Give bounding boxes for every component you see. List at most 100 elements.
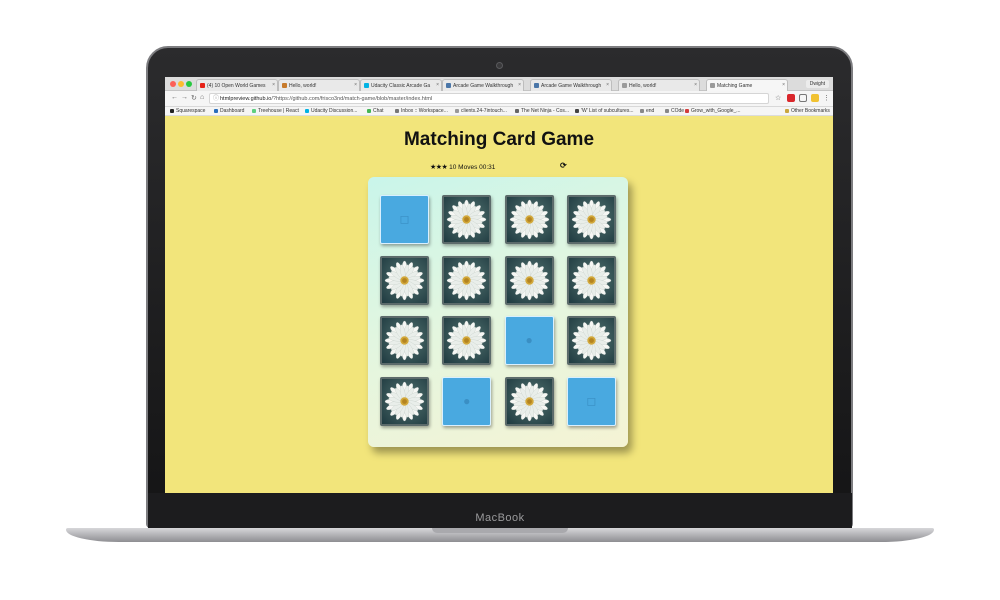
bookmark-item[interactable]: Treehouse | React — [252, 108, 299, 114]
card[interactable] — [442, 195, 492, 244]
close-window-icon[interactable] — [170, 81, 176, 87]
tab-label: Hello, world! — [629, 83, 657, 89]
browser-tab[interactable]: Matching Game × — [706, 79, 788, 91]
tab-label: Matching Game — [717, 83, 753, 89]
bookmark-favicon-icon — [515, 109, 519, 113]
bookmark-favicon-icon — [685, 109, 689, 113]
address-bar[interactable]: ⓘ htmlpreview.github.io/?https://github.… — [209, 93, 769, 104]
tab-label: Hello, world! — [289, 83, 317, 89]
bookmark-item[interactable]: Dashboard — [214, 108, 244, 114]
card[interactable] — [566, 195, 616, 244]
bookmark-label: Squarespace — [176, 108, 206, 114]
tab-close-icon[interactable]: × — [354, 82, 357, 88]
card[interactable] — [504, 376, 554, 426]
card[interactable]: ● — [442, 376, 492, 426]
bookmark-label: Treehouse | React — [258, 108, 299, 114]
card[interactable] — [442, 316, 492, 365]
adblock-extension-icon[interactable] — [787, 94, 795, 102]
home-icon[interactable]: ⌂ — [200, 94, 204, 101]
tab-label: Arcade Game Walkthrough — [541, 83, 602, 89]
bookmark-label: Grow_with_Google_... — [691, 108, 741, 114]
browser-toolbar: ← → ↻ ⌂ ⓘ htmlpreview.github.io/?https:/… — [165, 91, 833, 107]
bookmark-item[interactable]: COde — [665, 108, 684, 114]
bookmark-favicon-icon — [455, 109, 459, 113]
card[interactable] — [504, 255, 554, 305]
bookmark-item[interactable]: The Net Ninja - Cos... — [515, 108, 569, 114]
bookmark-favicon-icon — [214, 109, 218, 113]
tab-favicon-icon — [622, 83, 627, 88]
extension-icon[interactable] — [811, 94, 819, 102]
restart-icon[interactable]: ⟳ — [560, 161, 567, 170]
bookmark-label: Chat — [373, 108, 384, 114]
device-brand-label: MacBook — [475, 512, 525, 524]
tab-favicon-icon — [282, 83, 287, 88]
bookmarks-bar: Squarespace Dashboard Treehouse | React Uda… — [165, 107, 833, 116]
tab-close-icon[interactable]: × — [694, 82, 697, 88]
bookmark-item[interactable]: Squarespace — [170, 108, 205, 114]
moves-counter: 10 Moves — [449, 164, 478, 171]
card[interactable]: ◻ — [566, 376, 616, 426]
reload-icon[interactable]: ↻ — [191, 94, 197, 102]
card[interactable]: ◻ — [380, 195, 429, 244]
tab-favicon-icon — [364, 83, 369, 88]
url-host: htmlpreview.github.io — [220, 96, 272, 102]
bookmark-star-icon[interactable]: ☆ — [775, 94, 781, 102]
bookmark-label: Dashboard — [220, 108, 245, 114]
card-deck: ◻ ● ● ◻ — [368, 177, 628, 447]
bookmark-favicon-icon — [367, 109, 371, 113]
browser-tab[interactable]: Hello, world! × — [278, 79, 360, 91]
bookmark-item[interactable]: end — [640, 108, 654, 114]
menu-icon[interactable]: ⋮ — [823, 94, 830, 102]
bookmark-item[interactable]: 'W' List of subcultures... — [575, 108, 633, 114]
bookmark-favicon-icon — [575, 109, 579, 113]
tab-bar: (4) 10 Open World Games × Hello, world! × Ud… — [165, 77, 833, 91]
tab-close-icon[interactable]: × — [436, 82, 439, 88]
cast-icon[interactable] — [799, 94, 807, 102]
score-panel: ★★★ 10 Moves 00:31 — [430, 163, 495, 171]
tab-close-icon[interactable]: × — [272, 82, 275, 88]
tab-close-icon[interactable]: × — [782, 82, 785, 88]
tab-close-icon[interactable]: × — [606, 82, 609, 88]
browser-tab[interactable]: Hello, world! × — [618, 79, 700, 91]
bookmark-item[interactable]: clients.24-7intouch... — [455, 108, 507, 114]
browser-tab[interactable]: Arcade Game Walkthrough × — [530, 79, 612, 91]
bookmark-label: Udacity Discussion... — [311, 108, 358, 114]
bookmark-favicon-icon — [252, 109, 256, 113]
bookmark-item[interactable]: Inbox :: Workspace... — [395, 108, 448, 114]
bookmark-label: 'W' List of subcultures... — [581, 108, 634, 114]
bookmark-label: COde — [671, 108, 685, 114]
browser-tab[interactable]: Arcade Game Walkthrough × — [442, 79, 524, 91]
card[interactable] — [380, 376, 429, 426]
page-title: Matching Card Game — [403, 129, 595, 150]
browser-tab[interactable]: (4) 10 Open World Games × — [196, 79, 278, 91]
bookmark-favicon-icon — [395, 109, 399, 113]
card[interactable] — [380, 255, 429, 305]
browser-tab[interactable]: Udacity Classic Arcade Ga × — [360, 79, 442, 91]
folder-icon — [785, 109, 789, 113]
tab-label: Arcade Game Walkthrough — [453, 83, 514, 89]
bookmark-item[interactable]: Udacity Discussion... — [305, 108, 357, 114]
screen: (4) 10 Open World Games × Hello, world! × Ud… — [165, 77, 833, 493]
tab-favicon-icon — [200, 83, 205, 88]
bookmark-label: end — [646, 108, 655, 114]
card[interactable] — [504, 195, 554, 244]
cube-icon: ◻ — [586, 393, 597, 408]
minimize-window-icon[interactable] — [178, 81, 184, 87]
back-arrow-icon[interactable]: ← — [171, 94, 178, 101]
bookmark-label: The Net Ninja - Cos... — [521, 108, 570, 114]
profile-button[interactable]: Dwight — [805, 80, 829, 88]
other-bookmarks[interactable]: Other Bookmarks — [785, 108, 830, 114]
card[interactable] — [380, 316, 429, 365]
bookmark-favicon-icon — [170, 109, 174, 113]
maximize-window-icon[interactable] — [186, 81, 192, 87]
bookmark-favicon-icon — [640, 109, 644, 113]
bookmark-item[interactable]: Grow_with_Google_... — [685, 108, 740, 114]
game-timer: 00:31 — [479, 164, 496, 171]
bookmark-item[interactable]: Chat — [367, 108, 384, 114]
card[interactable] — [566, 316, 616, 365]
forward-arrow-icon[interactable]: → — [181, 94, 188, 101]
tab-close-icon[interactable]: × — [518, 82, 521, 88]
card[interactable] — [566, 255, 616, 305]
card[interactable]: ● — [504, 316, 554, 365]
card[interactable] — [442, 255, 492, 305]
